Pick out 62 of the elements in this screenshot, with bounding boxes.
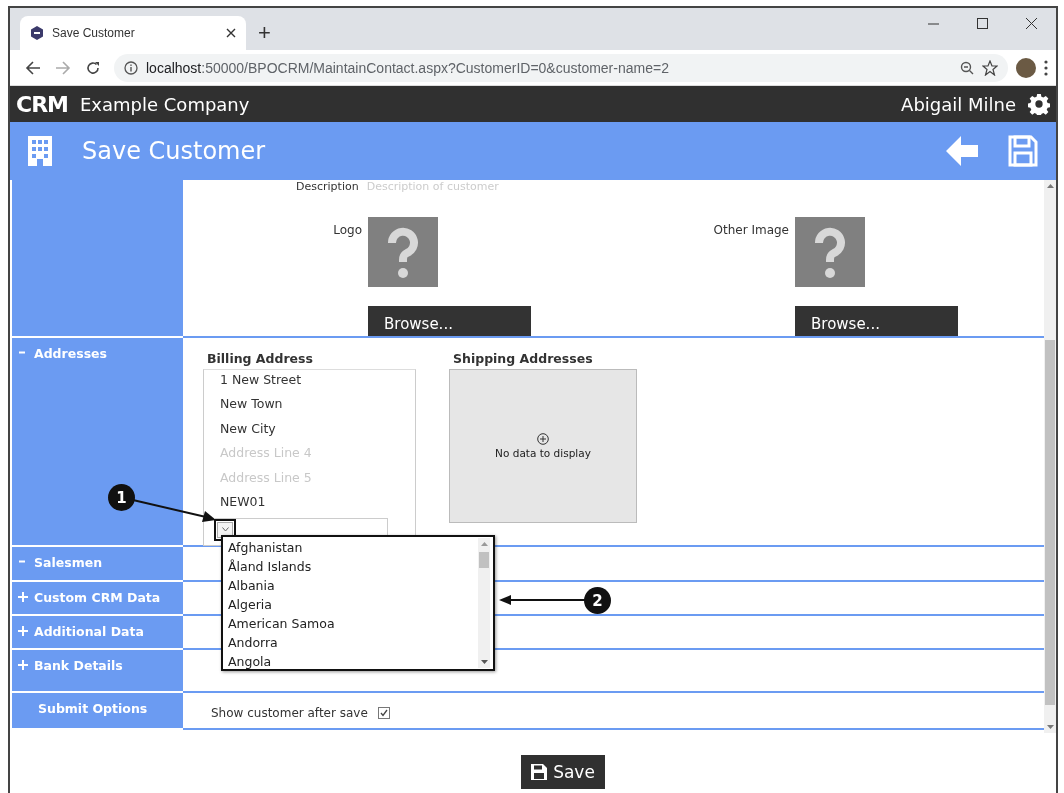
scrollbar-thumb[interactable]	[479, 552, 489, 568]
zoom-icon[interactable]	[960, 60, 974, 75]
dropdown-option[interactable]: American Samoa	[228, 614, 478, 633]
save-icon	[531, 764, 548, 780]
placeholder-image-icon	[795, 217, 865, 287]
scrollbar[interactable]	[1044, 180, 1056, 733]
checkbox[interactable]	[377, 707, 390, 719]
close-icon[interactable]	[1026, 18, 1037, 29]
empty-message: No data to display	[495, 447, 591, 459]
field-label: Description	[296, 180, 359, 193]
expand-icon[interactable]	[18, 626, 28, 636]
reload-icon[interactable]	[85, 59, 101, 76]
back-icon[interactable]	[25, 59, 41, 76]
maximize-icon[interactable]	[977, 18, 988, 29]
dropdown-option[interactable]: Åland Islands	[228, 557, 478, 576]
info-icon	[124, 60, 138, 75]
star-icon[interactable]	[982, 59, 998, 76]
up-icon	[480, 542, 488, 546]
dropdown-option[interactable]: Albania	[228, 576, 478, 595]
settings-icon[interactable]	[1028, 93, 1050, 115]
add-icon[interactable]	[537, 433, 549, 445]
checkbox-label: Show customer after save	[211, 706, 368, 720]
browse-button[interactable]: Browse...	[795, 306, 958, 336]
check-icon	[379, 709, 388, 717]
dropdown-button[interactable]	[217, 521, 233, 538]
section-title: Shipping Addresses	[453, 351, 594, 366]
menu-icon[interactable]	[1044, 59, 1048, 76]
page-title: Save Customer	[82, 137, 267, 165]
browser-tab[interactable]: Save Customer	[20, 16, 246, 50]
section-title: Billing Address	[207, 351, 314, 366]
address-field[interactable]: NEW01	[220, 493, 415, 519]
close-icon[interactable]	[226, 28, 236, 38]
browse-button[interactable]: Browse...	[368, 306, 531, 336]
section-header: Submit Options	[12, 693, 183, 730]
scrollbar[interactable]	[478, 538, 490, 668]
expand-icon[interactable]	[18, 592, 28, 602]
scrollbar-thumb[interactable]	[1045, 340, 1055, 705]
down-icon	[480, 660, 488, 664]
favicon-icon	[30, 26, 44, 40]
address-field[interactable]: New City	[220, 420, 415, 446]
new-tab-button[interactable]: +	[258, 22, 271, 44]
address-field[interactable]: New Town	[220, 396, 415, 421]
building-icon	[28, 136, 52, 166]
caret-icon	[221, 527, 229, 533]
field-label: Other Image	[712, 222, 789, 239]
placeholder-image-icon	[368, 217, 438, 287]
field-label: Logo	[332, 222, 362, 239]
logo: CRM	[16, 91, 68, 117]
save-button[interactable]: Save	[521, 755, 605, 789]
dropdown-option[interactable]: Algeria	[228, 595, 478, 614]
dropdown-option[interactable]: Andorra	[228, 633, 478, 652]
up-icon	[1046, 184, 1054, 188]
down-icon	[1046, 725, 1054, 729]
dropdown-option[interactable]: Angola	[228, 652, 478, 671]
address-field[interactable]: 1 New Street	[220, 372, 415, 397]
save-icon[interactable]	[1008, 135, 1038, 167]
company-name: Example Company	[80, 93, 251, 115]
dropdown-option[interactable]: Afghanistan	[228, 538, 478, 557]
back-arrow-icon[interactable]	[946, 136, 978, 166]
avatar-icon[interactable]	[1016, 57, 1036, 78]
user-name[interactable]: Abigail Milne	[901, 93, 1016, 115]
expand-icon[interactable]	[18, 660, 28, 670]
